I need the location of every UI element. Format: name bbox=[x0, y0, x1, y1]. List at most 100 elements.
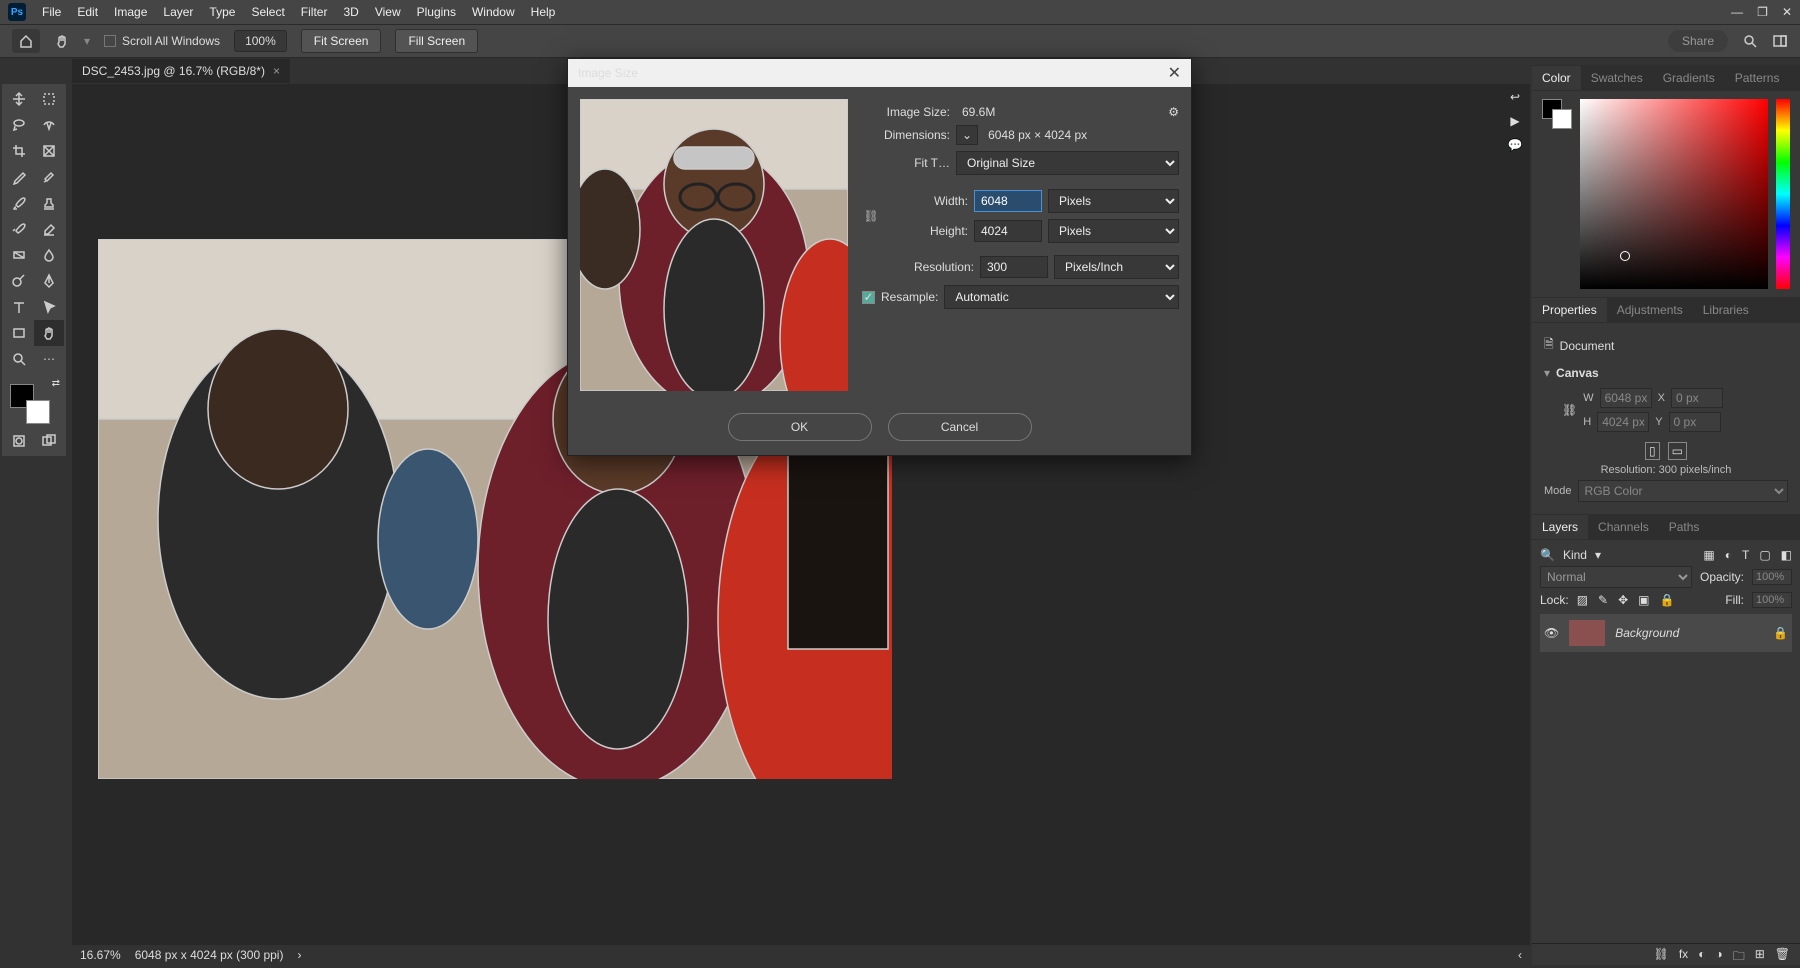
home-button[interactable] bbox=[12, 29, 40, 53]
menu-edit[interactable]: Edit bbox=[69, 2, 106, 22]
swap-colors-icon[interactable]: ⇄ bbox=[52, 378, 60, 389]
path-select-tool[interactable] bbox=[34, 294, 64, 320]
filter-smart-icon[interactable]: ◧ bbox=[1781, 548, 1792, 562]
menu-view[interactable]: View bbox=[367, 2, 409, 22]
resolution-unit-select[interactable]: Pixels/Inch bbox=[1054, 255, 1179, 279]
canvas-y-input[interactable] bbox=[1669, 412, 1721, 432]
tab-layers[interactable]: Layers bbox=[1532, 515, 1588, 539]
tab-adjustments[interactable]: Adjustments bbox=[1607, 298, 1693, 322]
eyedropper-tool[interactable] bbox=[4, 164, 34, 190]
comment-icon[interactable]: 💬 bbox=[1508, 138, 1523, 152]
zoom-value[interactable]: 100% bbox=[234, 30, 287, 52]
tab-channels[interactable]: Channels bbox=[1588, 515, 1659, 539]
screenmode-tool[interactable] bbox=[34, 428, 64, 454]
dimensions-unit-dropdown[interactable]: ⌄ bbox=[956, 125, 978, 145]
history-brush-tool[interactable] bbox=[4, 216, 34, 242]
link-layers-icon[interactable]: ⛓ bbox=[1654, 947, 1669, 962]
close-button[interactable]: ✕ bbox=[1782, 5, 1792, 19]
link-icon[interactable]: ⛓ bbox=[1562, 403, 1577, 417]
color-field[interactable] bbox=[1580, 99, 1768, 289]
menu-file[interactable]: File bbox=[34, 2, 69, 22]
lock-paint-icon[interactable]: ✎ bbox=[1598, 593, 1608, 607]
tab-patterns[interactable]: Patterns bbox=[1725, 66, 1790, 90]
canvas-width-input[interactable] bbox=[1600, 388, 1652, 408]
filter-shape-icon[interactable]: ▢ bbox=[1759, 548, 1770, 562]
resolution-input[interactable] bbox=[980, 256, 1048, 278]
mode-select[interactable]: RGB Color bbox=[1578, 480, 1788, 502]
tab-paths[interactable]: Paths bbox=[1659, 515, 1710, 539]
pen-tool[interactable] bbox=[34, 268, 64, 294]
lock-transparent-icon[interactable]: ▨ bbox=[1577, 593, 1588, 607]
search-icon[interactable] bbox=[1742, 33, 1758, 49]
quick-select-tool[interactable] bbox=[34, 112, 64, 138]
fit-screen-button[interactable]: Fit Screen bbox=[301, 29, 382, 53]
tab-gradients[interactable]: Gradients bbox=[1653, 66, 1725, 90]
width-unit-select[interactable]: Pixels bbox=[1048, 189, 1179, 213]
share-button[interactable]: Share bbox=[1668, 30, 1728, 52]
visibility-icon[interactable]: 👁 bbox=[1544, 626, 1559, 640]
opacity-input[interactable] bbox=[1752, 569, 1792, 585]
fx-icon[interactable]: fx bbox=[1679, 947, 1688, 962]
type-tool[interactable] bbox=[4, 294, 34, 320]
lock-artboard-icon[interactable]: ▣ bbox=[1638, 593, 1649, 607]
canvas-height-input[interactable] bbox=[1597, 412, 1649, 432]
dialog-close-button[interactable]: ✕ bbox=[1168, 63, 1181, 83]
document-tab-close[interactable]: × bbox=[273, 64, 280, 78]
background-swatch[interactable] bbox=[26, 400, 50, 424]
menu-type[interactable]: Type bbox=[201, 2, 243, 22]
tab-properties[interactable]: Properties bbox=[1532, 298, 1607, 322]
status-next-icon[interactable]: › bbox=[297, 948, 301, 962]
constrain-link-icon[interactable]: ⛓ bbox=[862, 209, 880, 223]
document-tab[interactable]: DSC_2453.jpg @ 16.7% (RGB/8*) × bbox=[72, 59, 290, 83]
rectangle-tool[interactable] bbox=[4, 320, 34, 346]
menu-layer[interactable]: Layer bbox=[155, 2, 201, 22]
blend-mode-select[interactable]: Normal bbox=[1540, 566, 1692, 588]
color-panel-swatches[interactable] bbox=[1542, 99, 1572, 129]
blur-tool[interactable] bbox=[34, 242, 64, 268]
lock-position-icon[interactable]: ✥ bbox=[1618, 593, 1628, 607]
stamp-tool[interactable] bbox=[34, 190, 64, 216]
color-swatches[interactable]: ⇄ bbox=[4, 378, 64, 428]
cancel-button[interactable]: Cancel bbox=[888, 413, 1032, 441]
fill-input[interactable] bbox=[1752, 592, 1792, 608]
resample-checkbox[interactable]: ✓ bbox=[862, 291, 875, 304]
adjustment-icon[interactable]: ◑ bbox=[1715, 947, 1722, 962]
crop-tool[interactable] bbox=[4, 138, 34, 164]
gear-icon[interactable]: ⚙ bbox=[1168, 105, 1179, 119]
healing-tool[interactable] bbox=[34, 164, 64, 190]
tab-color[interactable]: Color bbox=[1532, 66, 1581, 90]
dodge-tool[interactable] bbox=[4, 268, 34, 294]
ok-button[interactable]: OK bbox=[728, 413, 872, 441]
play-icon[interactable]: ▶ bbox=[1510, 114, 1519, 128]
lasso-tool[interactable] bbox=[4, 112, 34, 138]
lock-all-icon[interactable]: 🔒 bbox=[1660, 593, 1675, 607]
eraser-tool[interactable] bbox=[34, 216, 64, 242]
workspace-icon[interactable] bbox=[1772, 33, 1788, 49]
menu-filter[interactable]: Filter bbox=[293, 2, 336, 22]
filter-type-icon[interactable]: T bbox=[1742, 548, 1749, 562]
fit-to-select[interactable]: Original Size bbox=[956, 151, 1179, 175]
hue-slider[interactable] bbox=[1776, 99, 1790, 289]
new-layer-icon[interactable]: ⊞ bbox=[1755, 947, 1765, 962]
gradient-tool[interactable] bbox=[4, 242, 34, 268]
brush-tool[interactable] bbox=[4, 190, 34, 216]
portrait-icon[interactable]: ▯ bbox=[1645, 442, 1660, 460]
landscape-icon[interactable]: ▭ bbox=[1668, 442, 1687, 460]
dialog-titlebar[interactable]: Image Size ✕ bbox=[568, 59, 1191, 87]
minimize-button[interactable]: — bbox=[1731, 5, 1743, 19]
mask-icon[interactable]: ◐ bbox=[1698, 947, 1705, 962]
fill-screen-button[interactable]: Fill Screen bbox=[395, 29, 478, 53]
delete-icon[interactable]: 🗑 bbox=[1775, 947, 1790, 962]
status-zoom[interactable]: 16.67% bbox=[80, 948, 121, 962]
canvas-x-input[interactable] bbox=[1671, 388, 1723, 408]
tab-libraries[interactable]: Libraries bbox=[1693, 298, 1759, 322]
search-icon[interactable]: 🔍 bbox=[1540, 548, 1555, 562]
menu-image[interactable]: Image bbox=[106, 2, 155, 22]
height-input[interactable] bbox=[974, 220, 1042, 242]
width-input[interactable] bbox=[974, 190, 1042, 212]
resample-select[interactable]: Automatic bbox=[944, 285, 1179, 309]
marquee-tool[interactable] bbox=[34, 86, 64, 112]
frame-tool[interactable] bbox=[34, 138, 64, 164]
quickmask-tool[interactable] bbox=[4, 428, 34, 454]
maximize-button[interactable]: ❐ bbox=[1757, 5, 1768, 19]
